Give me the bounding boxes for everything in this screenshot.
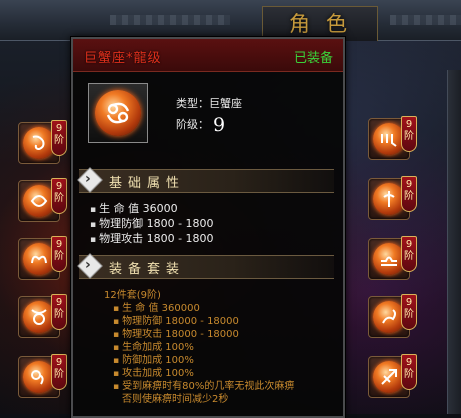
tier-badge: 9阶 xyxy=(51,236,67,272)
base-attr-patk: 物理攻击 1800 - 1800 xyxy=(90,230,213,246)
level-value: 9 xyxy=(213,114,226,136)
tier-badge: 9阶 xyxy=(51,120,67,156)
cancer-icon xyxy=(95,90,141,136)
level-label: 阶级： xyxy=(176,118,209,131)
base-attributes-title: 基础属性 xyxy=(109,176,186,191)
equipped-status: 已装备 xyxy=(293,51,333,66)
base-attr-hp: 生 命 值 36000 xyxy=(90,200,177,216)
chevron-right-icon: › xyxy=(85,171,91,187)
right-panel-edge xyxy=(447,70,461,414)
tier-badge: 9阶 xyxy=(51,178,67,214)
equip-slot-2[interactable]: 9阶 xyxy=(18,178,67,222)
tier-badge: 9阶 xyxy=(51,294,67,330)
set-attr: 否则使麻痹时间减少2秒 xyxy=(122,394,229,405)
tooltip-header: 巨蟹座*龍级 已装备 xyxy=(73,39,343,72)
base-attr-pdef: 物理防御 1800 - 1800 xyxy=(90,215,213,231)
item-name: 巨蟹座*龍级 xyxy=(84,51,162,66)
item-tooltip: 巨蟹座*龍级 已装备 类型：巨蟹座 阶级： 9 › 基础属性 生 命 值 3600… xyxy=(71,37,345,418)
equip-slot-5[interactable]: 9阶 xyxy=(18,354,67,398)
tier-badge: 9阶 xyxy=(401,236,417,272)
equip-slot-1[interactable]: 9阶 xyxy=(18,120,67,164)
equip-slot-10[interactable]: 9阶 xyxy=(368,354,417,398)
equip-slot-7[interactable]: 9阶 xyxy=(368,176,417,220)
header-ornament-right xyxy=(390,15,461,25)
set-bonus-header: › 装备套装 xyxy=(77,253,334,279)
tier-badge: 9阶 xyxy=(401,354,417,390)
equip-slot-6[interactable]: 9阶 xyxy=(368,116,417,160)
equip-slot-9[interactable]: 9阶 xyxy=(368,294,417,338)
chevron-right-icon: › xyxy=(85,257,91,273)
tier-badge: 9阶 xyxy=(401,294,417,330)
set-bonus-title: 装备套装 xyxy=(109,262,186,277)
tier-badge: 9阶 xyxy=(401,176,417,212)
equip-slot-8[interactable]: 9阶 xyxy=(368,236,417,280)
item-type: 类型：巨蟹座 xyxy=(176,97,242,110)
tier-badge: 9阶 xyxy=(51,354,67,390)
item-level: 阶级： 9 xyxy=(176,114,225,136)
header-ornament-left xyxy=(110,15,230,25)
tier-badge: 9阶 xyxy=(401,116,417,152)
item-icon-frame xyxy=(88,83,148,143)
window-title: 角色 xyxy=(289,12,363,36)
base-attributes-header: › 基础属性 xyxy=(77,167,334,193)
equip-slot-4[interactable]: 9阶 xyxy=(18,294,67,338)
equip-slot-3[interactable]: 9阶 xyxy=(18,236,67,280)
window-header xyxy=(0,0,461,41)
